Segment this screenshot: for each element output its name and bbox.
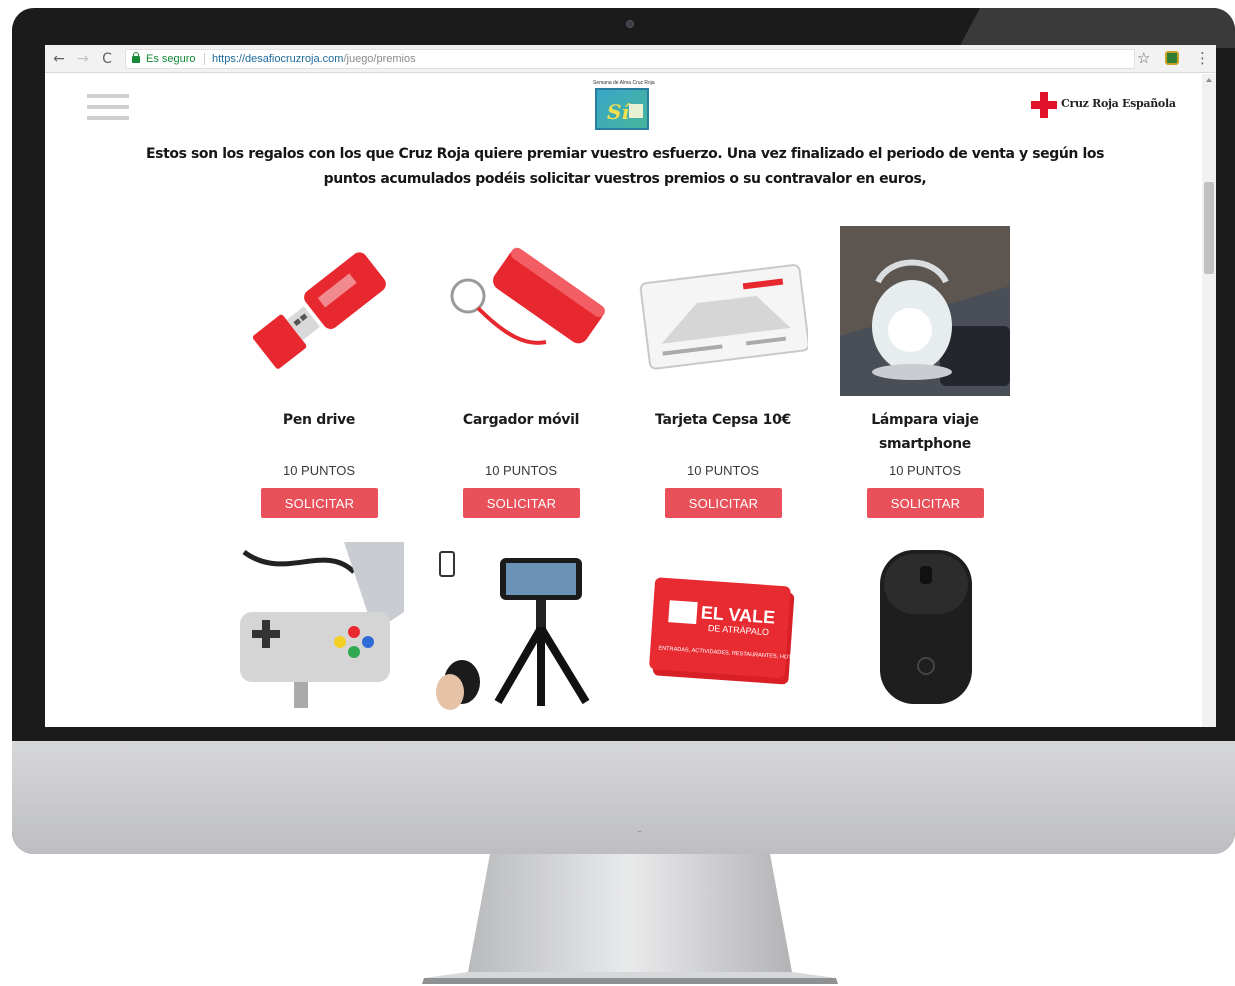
secure-label: Es seguro [146,53,196,65]
back-arrow-icon[interactable]: ← [51,50,67,68]
chin-mark [638,831,641,832]
product-name: Pen drive [282,412,356,428]
scroll-up-arrow-icon[interactable] [1206,78,1212,82]
hamburger-menu-icon[interactable] [87,94,129,120]
url-path: /juego/premios [343,53,416,65]
solicitar-button[interactable]: SOLICITAR [665,488,782,518]
event-logo[interactable]: Semana de Alma Cruz Roja Sí [593,80,655,134]
lock-icon [132,52,140,63]
solicitar-button[interactable]: SOLICITAR [867,488,984,518]
phone-tripod-icon [436,551,590,710]
scroll-thumb[interactable] [1204,182,1214,274]
product-name: Lámpara viaje smartphone [871,412,979,452]
vale-atrapalo-icon: EL VALE DE ATRÁPALO ENTRADAS, ACTIVIDADE… [649,577,808,685]
camera-icon [626,20,634,28]
url-text[interactable]: https://desafiocruzroja.com/juego/premio… [212,50,416,68]
product-points: 10 PUNTOS [282,463,355,478]
event-logo-topline: Semana de Alma Cruz Roja [593,80,655,86]
browser-toolbar: ← → C Es seguro https://desafiocruzroja.… [45,45,1216,73]
product-name: Tarjeta Cepsa 10€ [655,412,791,428]
usb-drive-icon [252,252,386,369]
wireless-mouse-icon [880,550,972,704]
product-points: 10 PUNTOS [484,463,557,478]
power-bank-icon [450,247,605,345]
reload-icon[interactable]: C [99,50,115,68]
usb-hub-gamepad-icon [240,542,404,708]
url-separator [204,53,205,65]
intro-text: Estos son los regalos con los que Cruz R… [145,146,1105,187]
url-host: https://desafiocruzroja.com [212,53,344,65]
red-cross-icon [1031,92,1057,118]
page-scrollbar[interactable] [1202,74,1216,727]
screen: ← → C Es seguro https://desafiocruzroja.… [45,45,1216,727]
page-content: Semana de Alma Cruz Roja Sí Cruz Roja Es… [45,74,1202,727]
product-name: Cargador móvil [462,412,580,428]
monitor-chin [12,741,1235,854]
product-points: 10 PUNTOS [888,463,961,478]
address-bar[interactable]: Es seguro https://desafiocruzroja.com/ju… [125,49,1135,69]
gift-card-icon [639,264,808,370]
monitor-stand [420,854,840,986]
solicitar-button[interactable]: SOLICITAR [463,488,580,518]
event-logo-plate: Sí [595,88,649,130]
extension-icon[interactable] [1165,51,1179,65]
forward-arrow-icon[interactable]: → [75,50,91,68]
browser-menu-icon[interactable]: ⋮ [1195,49,1210,67]
brand-name: Cruz Roja Española [1061,97,1176,110]
bezel-gloss [958,8,1235,48]
solicitar-button[interactable]: SOLICITAR [261,488,378,518]
bookmark-star-icon[interactable]: ☆ [1137,49,1150,67]
lantern-icon [840,226,1010,396]
product-points: 10 PUNTOS [686,463,759,478]
event-logo-mark: Sí [607,100,630,124]
